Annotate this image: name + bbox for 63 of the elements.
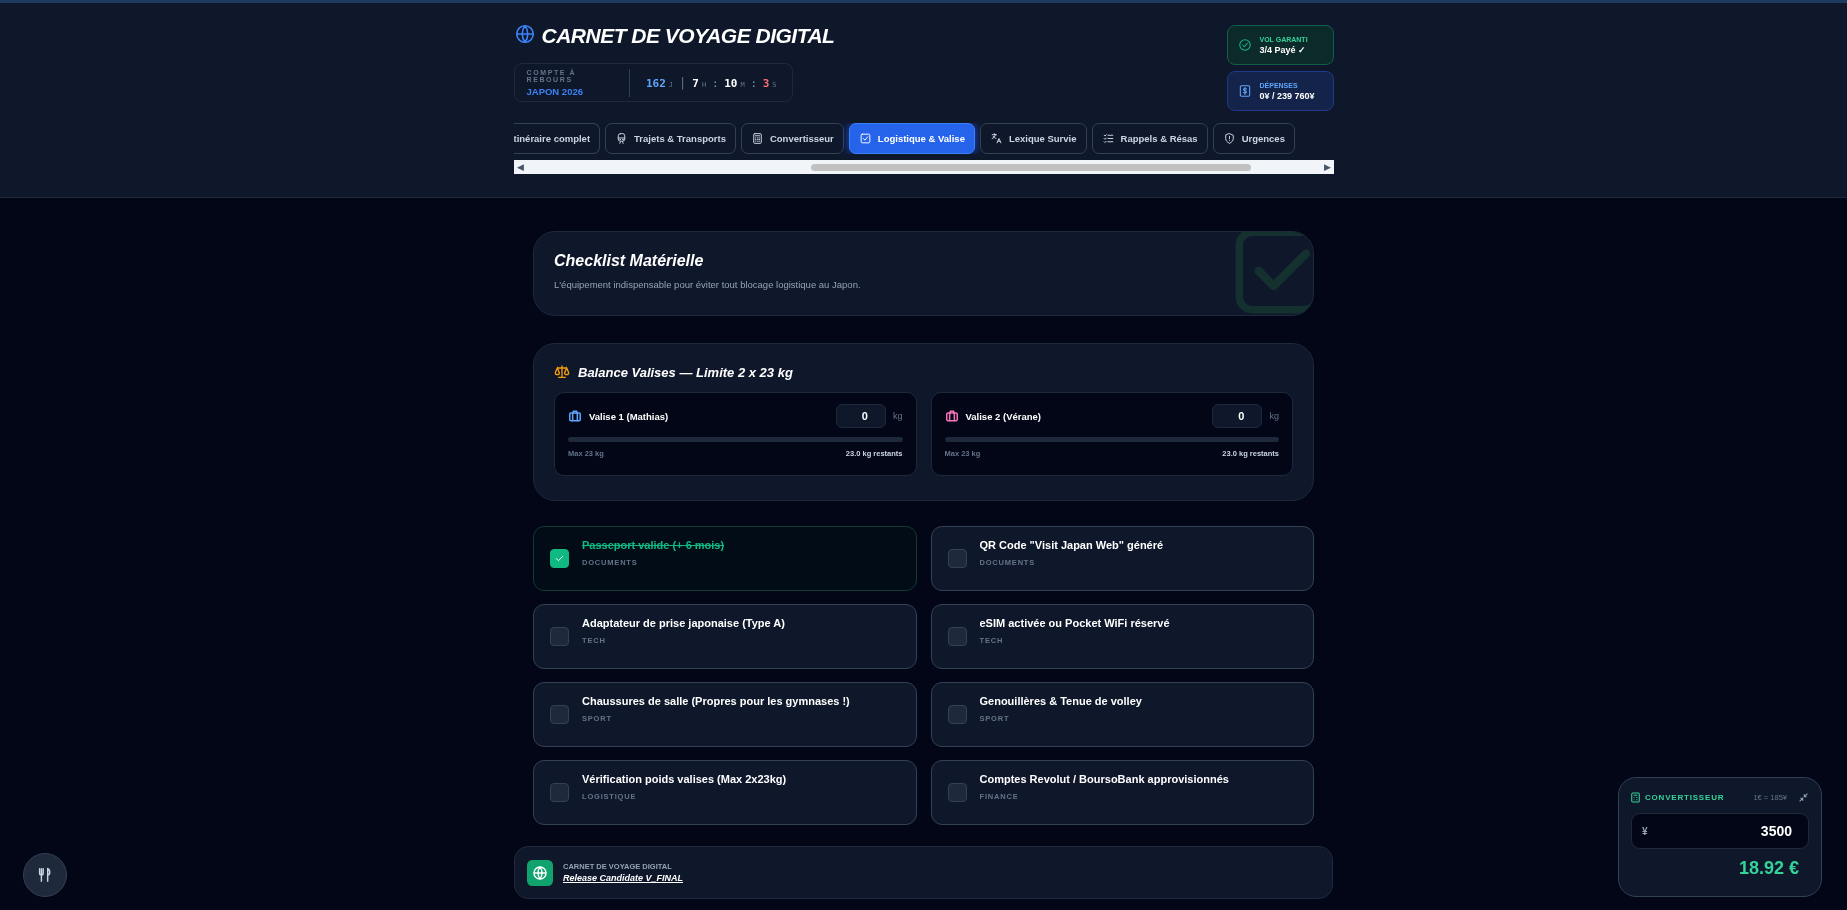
separator: : (712, 77, 719, 89)
item-label: Chaussures de salle (Propres pour les gymnases !) (582, 694, 850, 707)
app-title: CARNET DE VOYAGE DIGITAL (541, 24, 835, 48)
countdown-value: 7 (692, 76, 699, 90)
scale-icon (554, 364, 570, 380)
checkbox[interactable] (550, 627, 569, 646)
check-circle-icon (1237, 38, 1252, 52)
amount-field[interactable]: ¥ 3500 (1631, 813, 1809, 849)
countdown-value: 10 (724, 76, 738, 90)
separator: : (750, 77, 757, 89)
converted-amount: 18.92 € (1737, 858, 1800, 879)
horizontal-scrollbar[interactable]: ◀ ▶ (513, 160, 1334, 174)
item-label: Genouillères & Tenue de volley (979, 694, 1142, 707)
weight-input[interactable]: 0 (1212, 404, 1263, 428)
calculator-icon (750, 132, 764, 145)
balance-title: Balance Valises — Limite 2 x 23 kg (578, 364, 793, 380)
translate-icon (989, 132, 1003, 145)
section-subtitle: L'équipement indispensable pour éviter tout blocage logistique au Japon. (554, 279, 862, 290)
item-label: Adaptateur de prise japonaise (Type A) (582, 616, 785, 629)
weight-input[interactable]: 0 (836, 404, 886, 428)
globe-icon (527, 859, 553, 886)
separator: | (679, 75, 687, 90)
item-label: Vérification poids valises (Max 2x23kg) (582, 772, 787, 785)
badge-value: 3/4 Payé ✓ (1259, 44, 1308, 55)
collapse-icon[interactable] (1798, 792, 1809, 803)
destination-label: JAPON 2026 (526, 85, 584, 97)
item-label: QR Code "Visit Japan Web" généré (979, 538, 1164, 551)
badge-value: 0¥ / 239 760¥ (1259, 90, 1315, 101)
nav-tab[interactable]: Lexique Survie (979, 123, 1087, 154)
converter-title: CONVERTISSEUR (1645, 793, 1726, 802)
checkbox[interactable] (947, 705, 967, 724)
nav-tab[interactable]: Urgences (1212, 123, 1295, 154)
restaurant-button[interactable] (23, 853, 67, 897)
checkbox[interactable] (947, 549, 967, 568)
nav-tab[interactable]: Convertisseur (740, 123, 844, 154)
checkbox[interactable] (550, 705, 569, 724)
scroll-right-arrow[interactable]: ▶ (1323, 162, 1331, 172)
checkbox[interactable] (947, 783, 967, 802)
suitcase-name: Valise 2 (Vérane) (965, 410, 1043, 422)
nav-tab[interactable]: Rappels & Résas (1091, 123, 1208, 154)
checkbox[interactable] (550, 783, 569, 802)
countdown-value: 162 (645, 76, 666, 90)
unit-label: kg (893, 411, 903, 421)
nav-tab[interactable]: Trajets & Transports (605, 123, 736, 154)
version-link[interactable]: Release Candidate V_FINAL (563, 873, 684, 883)
item-label: Comptes Revolut / BoursoBank approvisionnés (979, 772, 1229, 785)
checklist-icon (1101, 132, 1115, 145)
checkbox[interactable] (947, 627, 967, 646)
globe-icon (513, 23, 536, 45)
checkbox[interactable] (550, 549, 569, 568)
checkbox-icon (858, 132, 872, 145)
suitcase-name: Valise 1 (Mathias) (589, 410, 670, 422)
unit-label: kg (1269, 411, 1279, 421)
item-label: eSIM activée ou Pocket WiFi réservé (979, 616, 1170, 629)
section-title: Checklist Matérielle (554, 252, 705, 270)
dollar-icon (1237, 84, 1252, 98)
nav-tab[interactable]: tinéraire complet (513, 123, 601, 154)
calculator-icon (1631, 792, 1640, 803)
item-label: Passeport valide (+ 6 mois) (582, 538, 725, 551)
nav-tab[interactable]: Logistique & Valise (848, 123, 975, 154)
shield-icon (1222, 132, 1236, 145)
scroll-left-arrow[interactable]: ◀ (516, 162, 524, 172)
countdown-value: 3 (762, 76, 770, 90)
